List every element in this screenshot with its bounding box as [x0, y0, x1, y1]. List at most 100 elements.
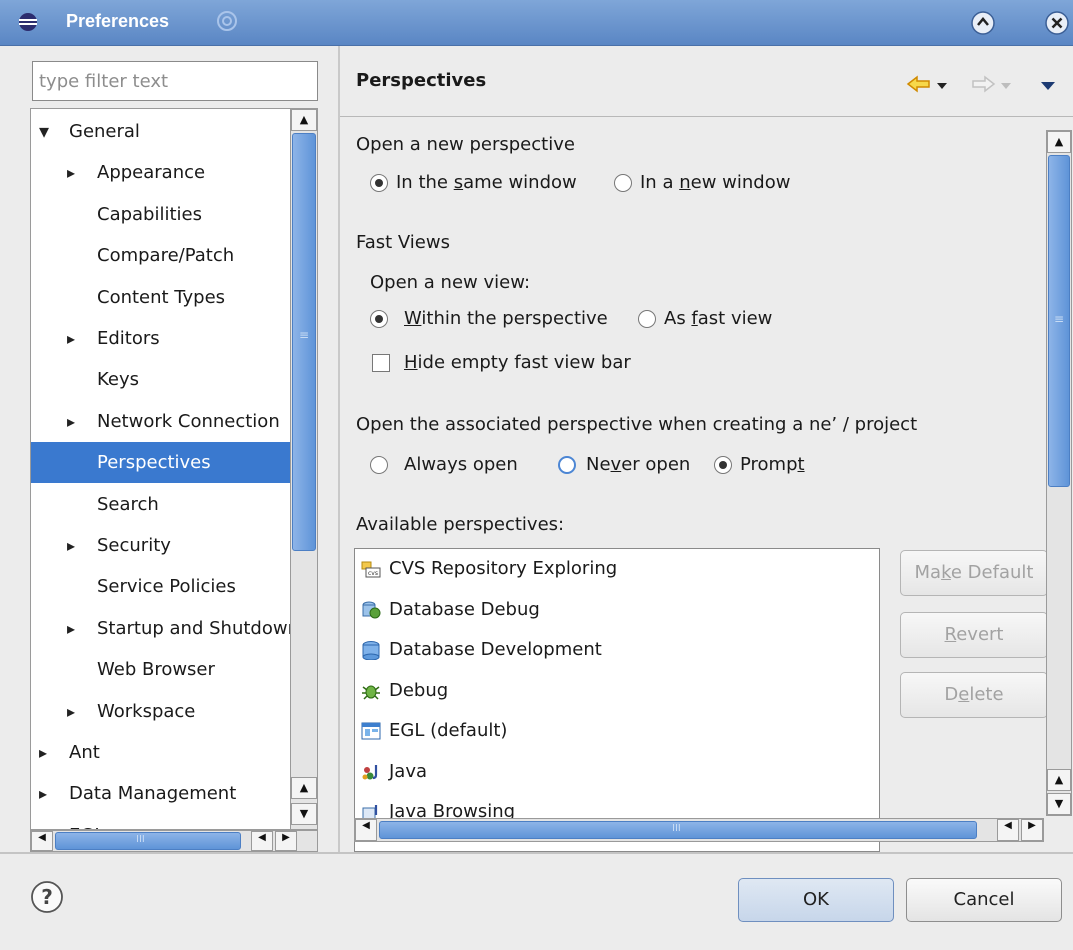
tree-item-label: Compare/Patch [97, 245, 235, 267]
tree-item-network-connection[interactable]: ▸ Network Connection [31, 401, 290, 442]
perspectives-list[interactable]: cvs CVS Repository Exploring Database Debu… [354, 548, 880, 852]
collapsed-triangle-icon[interactable]: ▸ [39, 773, 47, 814]
page-scroll-down-button[interactable]: ▼ [1047, 793, 1071, 815]
page-scroll-thumb[interactable]: ≡ [1048, 155, 1070, 487]
title-bar[interactable]: Preferences [0, 0, 1073, 46]
tree-item-label: Perspectives [97, 452, 211, 474]
tree-scroll-right-button[interactable]: ▶ [275, 831, 297, 851]
expanded-triangle-icon[interactable]: ▾ [39, 111, 49, 152]
help-icon[interactable]: ? [30, 880, 64, 914]
collapsed-triangle-icon[interactable]: ▸ [67, 608, 75, 649]
preferences-tree[interactable]: ▾ General ▸ Appearance Capabilities Compare/P… [30, 108, 290, 830]
page-vertical-scrollbar[interactable]: ▲ ≡ ▲ ▼ [1046, 130, 1072, 816]
collapsed-triangle-icon[interactable]: ▸ [67, 401, 75, 442]
collapsed-triangle-icon[interactable]: ▸ [39, 815, 47, 829]
svg-text:cvs: cvs [368, 570, 378, 577]
close-icon[interactable] [1044, 10, 1070, 36]
tree-item-content-types[interactable]: Content Types [31, 277, 290, 318]
back-dropdown-icon[interactable] [936, 82, 948, 90]
scroll-grip-icon: ≡ [299, 328, 310, 342]
same-window-label[interactable]: In the same window [396, 172, 577, 193]
tree-item-label: Search [97, 493, 159, 515]
tree-item-startup-and-shutdown[interactable]: ▸ Startup and Shutdown [31, 608, 290, 649]
tree-item-appearance[interactable]: ▸ Appearance [31, 152, 290, 193]
new-window-radio[interactable] [614, 174, 632, 192]
associated-perspective-heading: Open the associated perspective when cre… [356, 414, 918, 435]
tree-vertical-scrollbar[interactable]: ▲ ≡ ▲ ▼ [290, 108, 318, 830]
tree-scroll-thumb[interactable]: ≡ [292, 133, 316, 551]
page-title: Perspectives [356, 70, 487, 91]
within-perspective-radio[interactable] [370, 310, 388, 328]
tree-item-capabilities[interactable]: Capabilities [31, 194, 290, 235]
ok-button[interactable]: OK [738, 878, 894, 922]
page-scroll-right-button[interactable]: ▶ [1021, 819, 1043, 841]
maximize-icon[interactable] [970, 10, 996, 36]
page-scroll-left-button-right[interactable]: ◀ [997, 819, 1019, 841]
new-window-label[interactable]: In a new window [640, 172, 790, 193]
tree-item-compare-patch[interactable]: Compare/Patch [31, 235, 290, 276]
collapsed-triangle-icon[interactable]: ▸ [67, 691, 75, 732]
eclipse-app-icon [19, 13, 37, 31]
tree-item-search[interactable]: Search [31, 484, 290, 525]
tree-scroll-down-button[interactable]: ▼ [291, 803, 317, 825]
tree-item-label: Keys [97, 369, 140, 391]
tree-item-workspace[interactable]: ▸ Workspace [31, 691, 290, 732]
revert-button[interactable]: Revert [900, 612, 1046, 658]
tree-item-web-browser[interactable]: Web Browser [31, 649, 290, 690]
always-open-radio[interactable] [370, 456, 388, 474]
never-open-label[interactable]: Never open [586, 454, 690, 475]
prompt-label[interactable]: Prompt [740, 454, 805, 475]
tree-item-label: Web Browser [97, 659, 215, 681]
hide-fast-view-bar-label[interactable]: Hide empty fast view bar [404, 352, 631, 373]
forward-dropdown-icon[interactable] [1000, 82, 1012, 90]
page-horizontal-scrollbar[interactable]: ◀ III ◀ ▶ [354, 818, 1044, 842]
tree-scroll-up-button-lower[interactable]: ▲ [291, 777, 317, 799]
tree-hscroll-thumb[interactable]: III [55, 832, 241, 850]
tree-item-egl[interactable]: ▸ EGL [31, 815, 290, 829]
view-menu-icon[interactable] [1040, 80, 1056, 92]
tree-item-keys[interactable]: Keys [31, 359, 290, 400]
as-fast-view-label[interactable]: As fast view [664, 308, 772, 329]
perspective-label: Debug [389, 679, 449, 701]
page-hscroll-thumb[interactable]: III [379, 821, 977, 839]
page-scroll-up-button[interactable]: ▲ [1047, 131, 1071, 153]
cvs-icon: cvs [361, 561, 381, 578]
delete-button[interactable]: Delete [900, 672, 1046, 718]
back-arrow-icon[interactable] [906, 74, 932, 94]
page-scroll-up-button-lower[interactable]: ▲ [1047, 769, 1071, 791]
tree-item-label: EGL [69, 815, 104, 829]
as-fast-view-radio[interactable] [638, 310, 656, 328]
svg-text:?: ? [41, 885, 53, 909]
tree-scroll-up-button[interactable]: ▲ [291, 109, 317, 131]
collapsed-triangle-icon[interactable]: ▸ [39, 732, 47, 773]
collapsed-triangle-icon[interactable]: ▸ [67, 152, 75, 193]
tree-scroll-left-button[interactable]: ◀ [31, 831, 53, 851]
tree-horizontal-scrollbar[interactable]: ◀ III ◀ ▶ [30, 830, 318, 852]
same-window-radio[interactable] [370, 174, 388, 192]
cancel-button[interactable]: Cancel [906, 878, 1062, 922]
tree-item-general[interactable]: ▾ General [31, 111, 290, 152]
tree-item-editors[interactable]: ▸ Editors [31, 318, 290, 359]
tree-item-security[interactable]: ▸ Security [31, 525, 290, 566]
forward-arrow-icon[interactable] [970, 74, 996, 94]
within-perspective-label[interactable]: Within the perspective [404, 308, 608, 329]
perspective-label: Database Debug [389, 598, 540, 620]
tree-item-data-management[interactable]: ▸ Data Management [31, 773, 290, 814]
collapsed-triangle-icon[interactable]: ▸ [67, 525, 75, 566]
tree-item-label: Ant [69, 742, 100, 763]
prompt-radio[interactable] [714, 456, 732, 474]
java-icon [362, 764, 378, 779]
tree-scroll-left-button-right[interactable]: ◀ [251, 831, 273, 851]
tree-item-ant[interactable]: ▸ Ant [31, 732, 290, 773]
window-title: Preferences [66, 11, 170, 31]
page-scroll-left-button[interactable]: ◀ [355, 819, 377, 841]
collapsed-triangle-icon[interactable]: ▸ [67, 318, 75, 359]
filter-input[interactable] [32, 61, 318, 101]
hide-fast-view-bar-checkbox[interactable] [372, 354, 390, 372]
tree-item-service-policies[interactable]: Service Policies [31, 566, 290, 607]
never-open-radio[interactable] [558, 456, 576, 474]
always-open-label[interactable]: Always open [404, 454, 518, 475]
make-default-button[interactable]: Make Default [900, 550, 1046, 596]
database-debug-icon [362, 601, 381, 618]
tree-item-perspectives[interactable]: Perspectives [31, 442, 290, 484]
